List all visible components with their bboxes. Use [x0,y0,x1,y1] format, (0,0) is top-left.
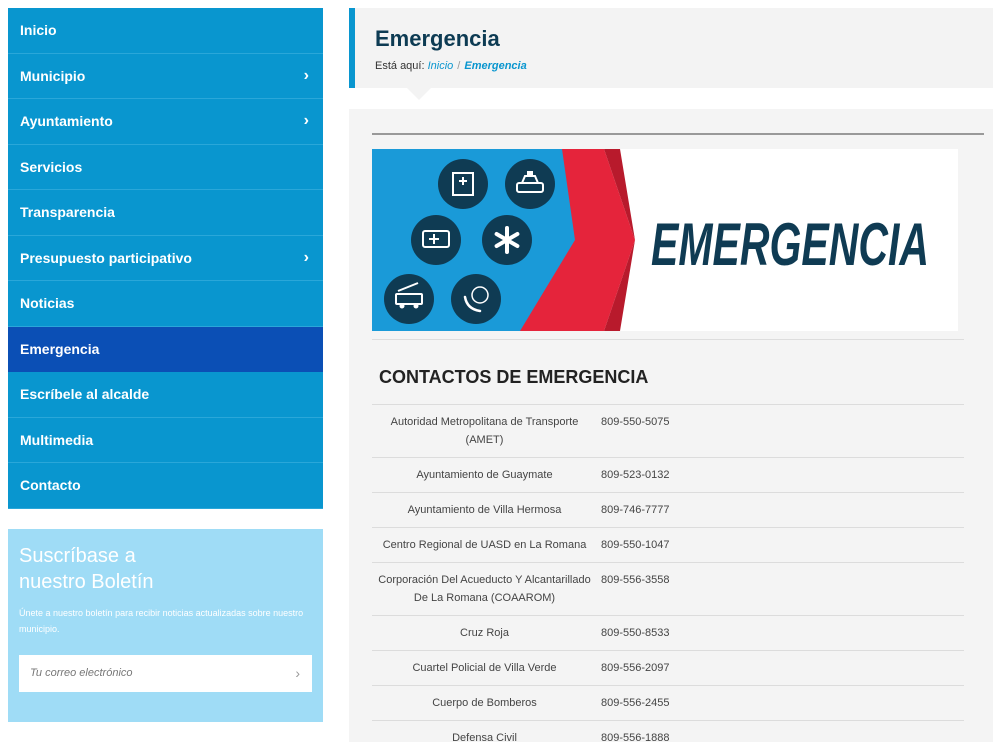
sidebar-item-contacto[interactable]: Contacto [8,463,323,509]
sidebar-item-inicio[interactable]: Inicio [8,8,323,54]
contact-phone: 809-746-7777 [597,493,964,528]
table-row: Defensa Civil809-556-1888 [372,721,964,755]
medical-star-icon [482,215,532,265]
sidebar-item-noticias[interactable]: Noticias [8,281,323,327]
sidebar-item-label: Ayuntamiento [20,113,113,129]
contact-name: Cuartel Policial de Villa Verde [372,651,597,686]
contact-phone: 809-550-8533 [597,616,964,651]
newsletter-title: Suscríbase a nuestro Boletín [19,543,312,595]
breadcrumb-current: Emergencia [464,60,526,72]
contact-name: Autoridad Metropolitana de Transporte (A… [372,405,597,458]
table-row: Corporación Del Acueducto Y Alcantarilla… [372,563,964,616]
table-row: Cuerpo de Bomberos 809-556-2455 [372,686,964,721]
contact-name: Corporación Del Acueducto Y Alcantarilla… [372,563,597,616]
email-input[interactable] [30,667,270,679]
breadcrumb-prefix: Está aquí: [375,60,425,72]
sidebar-item-emergencia[interactable]: Emergencia [8,327,323,373]
police-car-icon [505,159,555,209]
sidebar-item-label: Emergencia [20,341,99,357]
header-notch [407,88,431,100]
contact-name: Defensa Civil [372,721,597,755]
contacts-table: Autoridad Metropolitana de Transporte (A… [372,404,964,755]
contact-name: Centro Regional de UASD en La Romana [372,528,597,563]
divider [372,133,984,135]
newsletter-title-line2: nuestro Boletín [19,569,312,595]
hospital-icon [438,159,488,209]
newsletter-box: Suscríbase a nuestro Boletín Únete a nue… [8,529,323,722]
sidebar: Inicio Municipio › Ayuntamiento › Servicios Tr… [8,8,323,722]
table-row: Cuartel Policial de Villa Verde 809-556-… [372,651,964,686]
sidebar-item-label: Servicios [20,159,82,175]
chevron-right-icon[interactable]: › [304,250,309,266]
table-row: Ayuntamiento de Guaymate809-523-0132 [372,458,964,493]
main-nav: Inicio Municipio › Ayuntamiento › Servicios Tr… [8,8,323,509]
page-title: Emergencia [375,26,993,52]
chevron-right-icon[interactable]: › [295,665,300,681]
sidebar-item-presupuesto-participativo[interactable]: Presupuesto participativo › [8,236,323,282]
contact-name: Cuerpo de Bomberos [372,686,597,721]
sidebar-item-multimedia[interactable]: Multimedia [8,418,323,464]
page-header: Emergencia Está aquí: Inicio/ Emergencia [349,8,993,88]
contact-phone: 809-550-5075 [597,405,964,458]
breadcrumb-home-link[interactable]: Inicio [428,60,454,72]
sidebar-item-escríbele-al-alcalde[interactable]: Escríbele al alcalde [8,372,323,418]
contact-name: Ayuntamiento de Guaymate [372,458,597,493]
contact-phone: 809-556-3558 [597,563,964,616]
newsletter-title-line1: Suscríbase a [19,543,312,569]
newsletter-form: › [19,655,312,692]
table-row: Cruz Roja809-550-8533 [372,616,964,651]
chevron-right-icon[interactable]: › [304,68,309,84]
newsletter-description: Únete a nuestro boletín para recibir not… [19,605,312,637]
sidebar-item-transparencia[interactable]: Transparencia [8,190,323,236]
contact-phone: 809-523-0132 [597,458,964,493]
sidebar-item-label: Contacto [20,477,81,493]
sidebar-item-label: Presupuesto participativo [20,250,192,266]
sidebar-item-label: Municipio [20,68,85,84]
contact-name: Cruz Roja [372,616,597,651]
sidebar-item-servicios[interactable]: Servicios [8,145,323,191]
sidebar-item-ayuntamiento[interactable]: Ayuntamiento › [8,99,323,145]
table-row: Autoridad Metropolitana de Transporte (A… [372,405,964,458]
ambulance-icon [411,215,461,265]
main-content: EMERGENCIA CONTACTOS DE EMERGENCIA Autor… [349,109,993,742]
sidebar-item-label: Inicio [20,22,57,38]
table-row: Ayuntamiento de Villa Hermosa809-746-777… [372,493,964,528]
chevron-right-icon[interactable]: › [304,113,309,129]
fire-truck-icon [384,274,434,324]
contact-phone: 809-556-2455 [597,686,964,721]
breadcrumb-separator: / [457,60,460,72]
breadcrumb: Está aquí: Inicio/ Emergencia [375,60,993,72]
contact-phone: 809-550-1047 [597,528,964,563]
sidebar-item-municipio[interactable]: Municipio › [8,54,323,100]
sidebar-item-label: Multimedia [20,432,93,448]
table-row: Centro Regional de UASD en La Romana809-… [372,528,964,563]
divider [372,339,964,340]
sidebar-item-label: Noticias [20,295,74,311]
banner-text: EMERGENCIA [651,211,929,278]
emergency-banner: EMERGENCIA [372,149,958,331]
sidebar-item-label: Escríbele al alcalde [20,386,149,402]
phone-24h-icon [451,274,501,324]
contacts-title: CONTACTOS DE EMERGENCIA [379,367,648,388]
contact-name: Ayuntamiento de Villa Hermosa [372,493,597,528]
contact-phone: 809-556-1888 [597,721,964,755]
sidebar-item-label: Transparencia [20,204,115,220]
banner-graphic: EMERGENCIA [372,149,958,331]
contact-phone: 809-556-2097 [597,651,964,686]
